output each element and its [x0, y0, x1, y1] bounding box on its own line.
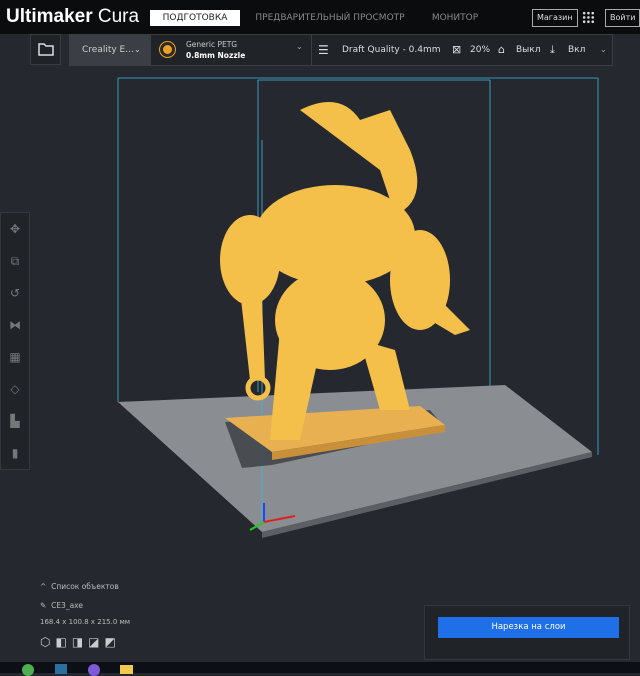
signin-button[interactable]: Войти	[605, 9, 640, 27]
extruder-icon: 1	[159, 41, 176, 58]
model-base	[225, 406, 445, 452]
left-toolbar: ✥ ⧉ ↺ ⧓ ▦ ◇ ▙ ▮	[0, 212, 30, 470]
folder-icon	[38, 43, 54, 56]
slice-panel: Нарезка на слои	[424, 605, 630, 660]
tab-monitor[interactable]: МОНИТОР	[420, 10, 490, 26]
model-figure	[220, 102, 470, 440]
printer-selector[interactable]: Creality E... ⌄	[70, 35, 151, 65]
material-selector[interactable]: 1 Generic PETG 0.8mm Nozzle ⌄	[156, 35, 311, 65]
infill-value: 20%	[470, 45, 491, 55]
marketplace-button[interactable]: Магазин	[532, 9, 578, 27]
chevron-up-icon: ^	[40, 582, 47, 591]
support-value: Выкл	[516, 45, 541, 55]
sliders-icon: ☰	[318, 43, 329, 57]
support-blocker-icon[interactable]: ◇	[1, 373, 29, 405]
build-volume	[117, 77, 599, 520]
nozzle-size: 0.8mm Nozzle	[186, 51, 246, 60]
tab-prepare[interactable]: ПОДГОТОВКА	[150, 10, 240, 26]
scale-icon[interactable]: ⧉	[1, 245, 29, 277]
view-left-icon[interactable]: ◪	[88, 635, 104, 649]
app-logo: Ultimaker Cura	[6, 6, 140, 27]
header: Ultimaker Cura ПОДГОТОВКА ПРЕДВАРИТЕЛЬНЫ…	[0, 0, 640, 34]
quality-label: Draft Quality - 0.4mm	[342, 45, 441, 55]
support-icon: ⌂	[498, 43, 505, 56]
3d-viewport[interactable]	[0, 66, 640, 662]
adhesion-value: Вкл	[568, 45, 586, 55]
rotate-icon[interactable]: ↺	[1, 277, 29, 309]
open-file-button[interactable]	[30, 34, 61, 65]
view-3d-icon[interactable]: ⬡	[40, 635, 55, 649]
viber-icon[interactable]	[88, 664, 100, 676]
tab-preview[interactable]: ПРЕДВАРИТЕЛЬНЫЙ ПРОСМОТР	[250, 10, 410, 26]
slice-button[interactable]: Нарезка на слои	[438, 617, 619, 638]
view-right-icon[interactable]: ◩	[105, 635, 121, 649]
view-top-icon[interactable]: ◨	[72, 635, 88, 649]
object-list-toggle[interactable]: ^ Список объектов	[40, 582, 119, 591]
axis-gizmo	[249, 503, 296, 531]
mirror-icon[interactable]: ⧓	[1, 309, 29, 341]
print-settings-bar: Creality E... ⌄ 1 Generic PETG 0.8mm Nozz…	[69, 34, 613, 66]
per-model-settings-icon[interactable]: ▦	[1, 341, 29, 373]
object-name[interactable]: ✎ CE3_axe	[40, 601, 83, 610]
adhesion-icon: ⤓	[550, 43, 555, 56]
utorrent-icon[interactable]	[22, 664, 34, 676]
infill-icon: ⊠	[452, 43, 462, 56]
tree-support-icon[interactable]: ▙	[1, 405, 29, 437]
move-icon[interactable]: ✥	[1, 213, 29, 245]
print-setup-selector[interactable]: ☰ Draft Quality - 0.4mm ⊠ 20% ⌂ Выкл ⤓ В…	[318, 35, 613, 65]
chevron-down-icon: ⌄	[600, 45, 607, 54]
view-front-icon[interactable]: ◧	[55, 635, 71, 649]
apps-grid-icon[interactable]	[582, 11, 595, 24]
chevron-down-icon: ⌄	[296, 42, 303, 51]
taskbar	[0, 662, 640, 676]
build-plate	[118, 385, 592, 532]
pencil-icon: ✎	[40, 601, 47, 610]
chevron-down-icon: ⌄	[134, 45, 141, 54]
material-name: Generic PETG	[186, 40, 238, 49]
object-dimensions: 168.4 x 100.8 x 215.0 мм	[40, 618, 131, 626]
trash-icon[interactable]: ▮	[1, 437, 29, 469]
build-plate-edge	[262, 452, 592, 538]
